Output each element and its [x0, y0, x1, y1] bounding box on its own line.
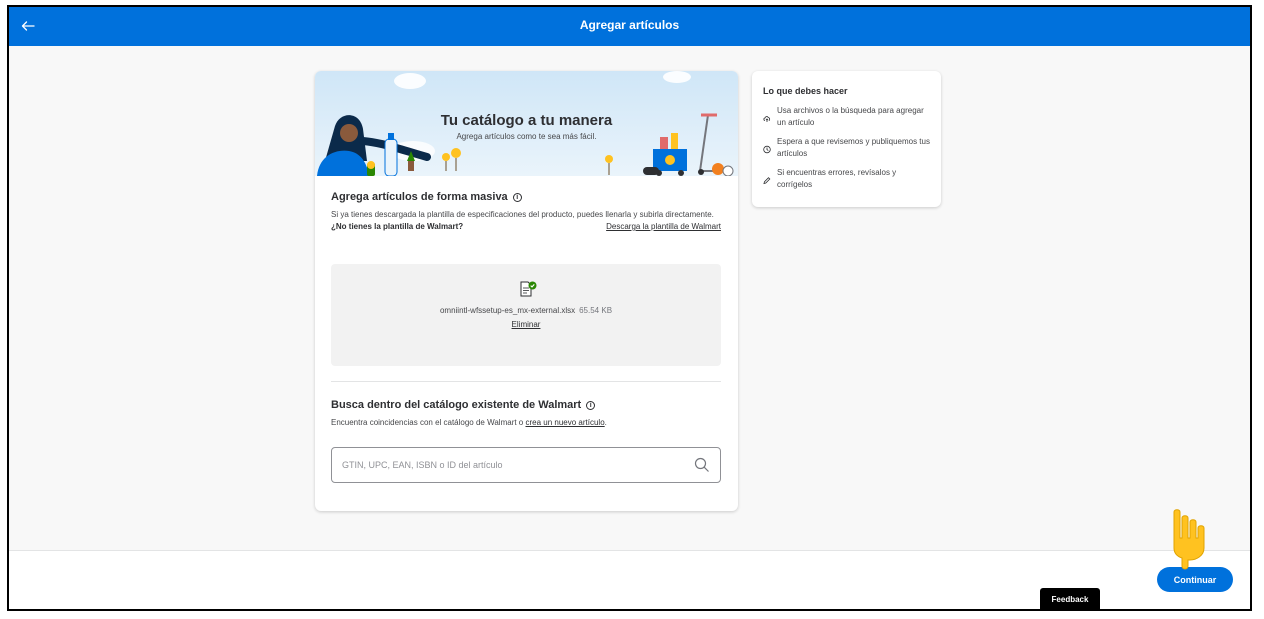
- instruction-step: Usa archivos o la búsqueda para agregar …: [763, 105, 930, 129]
- search-icon[interactable]: [694, 457, 710, 473]
- banner-title: Tu catálogo a tu manera: [440, 112, 613, 129]
- page-title: Agregar artículos: [579, 18, 680, 32]
- continue-button[interactable]: Continuar: [1157, 567, 1233, 592]
- description-period: .: [604, 418, 607, 427]
- instructions-card: Lo que debes hacer Usa archivos o la bús…: [752, 71, 941, 207]
- bulk-upload-heading: Agrega artículos de forma masiva i: [331, 191, 721, 203]
- banner-subtitle: Agrega artículos como te sea más fácil.: [456, 132, 597, 141]
- add-items-card: Tu catálogo a tu manera Agrega artículos…: [315, 71, 738, 511]
- bulk-upload-title: Agrega artículos de forma masiva: [331, 191, 508, 203]
- instruction-text: Usa archivos o la búsqueda para agregar …: [777, 106, 924, 127]
- catalog-search-field[interactable]: [331, 447, 721, 483]
- info-icon[interactable]: i: [512, 192, 522, 202]
- catalog-search-description: Encuentra coincidencias con el catálogo …: [331, 415, 721, 430]
- cloud-upload-icon: [763, 116, 771, 122]
- instruction-text: Espera a que revisemos y publiquemos tus…: [777, 137, 930, 158]
- remove-file-link[interactable]: Eliminar: [331, 320, 721, 329]
- no-template-label: ¿No tienes la plantilla de Walmart?: [331, 222, 464, 231]
- catalog-search-section: Busca dentro del catálogo existente de W…: [331, 399, 721, 430]
- bulk-upload-description: Si ya tienes descargada la plantilla de …: [331, 210, 714, 219]
- uploaded-file-box: omniintl-wfssetup-es_mx-external.xlsx 65.…: [331, 264, 721, 366]
- file-info: omniintl-wfssetup-es_mx-external.xlsx 65.…: [331, 306, 721, 315]
- file-name: omniintl-wfssetup-es_mx-external.xlsx: [439, 306, 576, 315]
- pencil-icon: [763, 177, 771, 185]
- template-row: ¿No tienes la plantilla de Walmart? Desc…: [331, 222, 721, 231]
- app-window: Agregar artículos Tu catálogo a tu maner…: [7, 5, 1252, 611]
- create-new-item-link[interactable]: crea un nuevo artículo: [526, 418, 605, 427]
- clock-icon: [763, 145, 771, 154]
- catalog-search-title: Busca dentro del catálogo existente de W…: [331, 399, 582, 411]
- feedback-button[interactable]: Feedback: [1040, 588, 1100, 609]
- section-divider: [331, 381, 721, 382]
- file-check-icon: [520, 281, 537, 297]
- info-icon[interactable]: i: [586, 400, 596, 410]
- top-bar: Agregar artículos: [9, 7, 1250, 46]
- footer-bar: Feedback Continuar: [9, 550, 1250, 609]
- hero-banner: Tu catálogo a tu manera Agrega artículos…: [315, 71, 738, 176]
- catalog-search-heading: Busca dentro del catálogo existente de W…: [331, 399, 721, 411]
- instructions-title: Lo que debes hacer: [763, 86, 848, 96]
- instruction-text: Si encuentras errores, revísalos y corrí…: [777, 168, 897, 189]
- catalog-search-input[interactable]: [342, 460, 694, 470]
- file-size: 65.54 KB: [579, 306, 613, 315]
- download-template-link[interactable]: Descarga la plantilla de Walmart: [606, 222, 721, 231]
- catalog-search-description-text: Encuentra coincidencias con el catálogo …: [331, 418, 524, 427]
- instruction-step: Espera a que revisemos y publiquemos tus…: [763, 136, 930, 160]
- bulk-upload-section: Agrega artículos de forma masiva i Si ya…: [331, 191, 721, 231]
- instruction-step: Si encuentras errores, revísalos y corrí…: [763, 167, 930, 191]
- pointing-hand-icon: [1173, 509, 1205, 570]
